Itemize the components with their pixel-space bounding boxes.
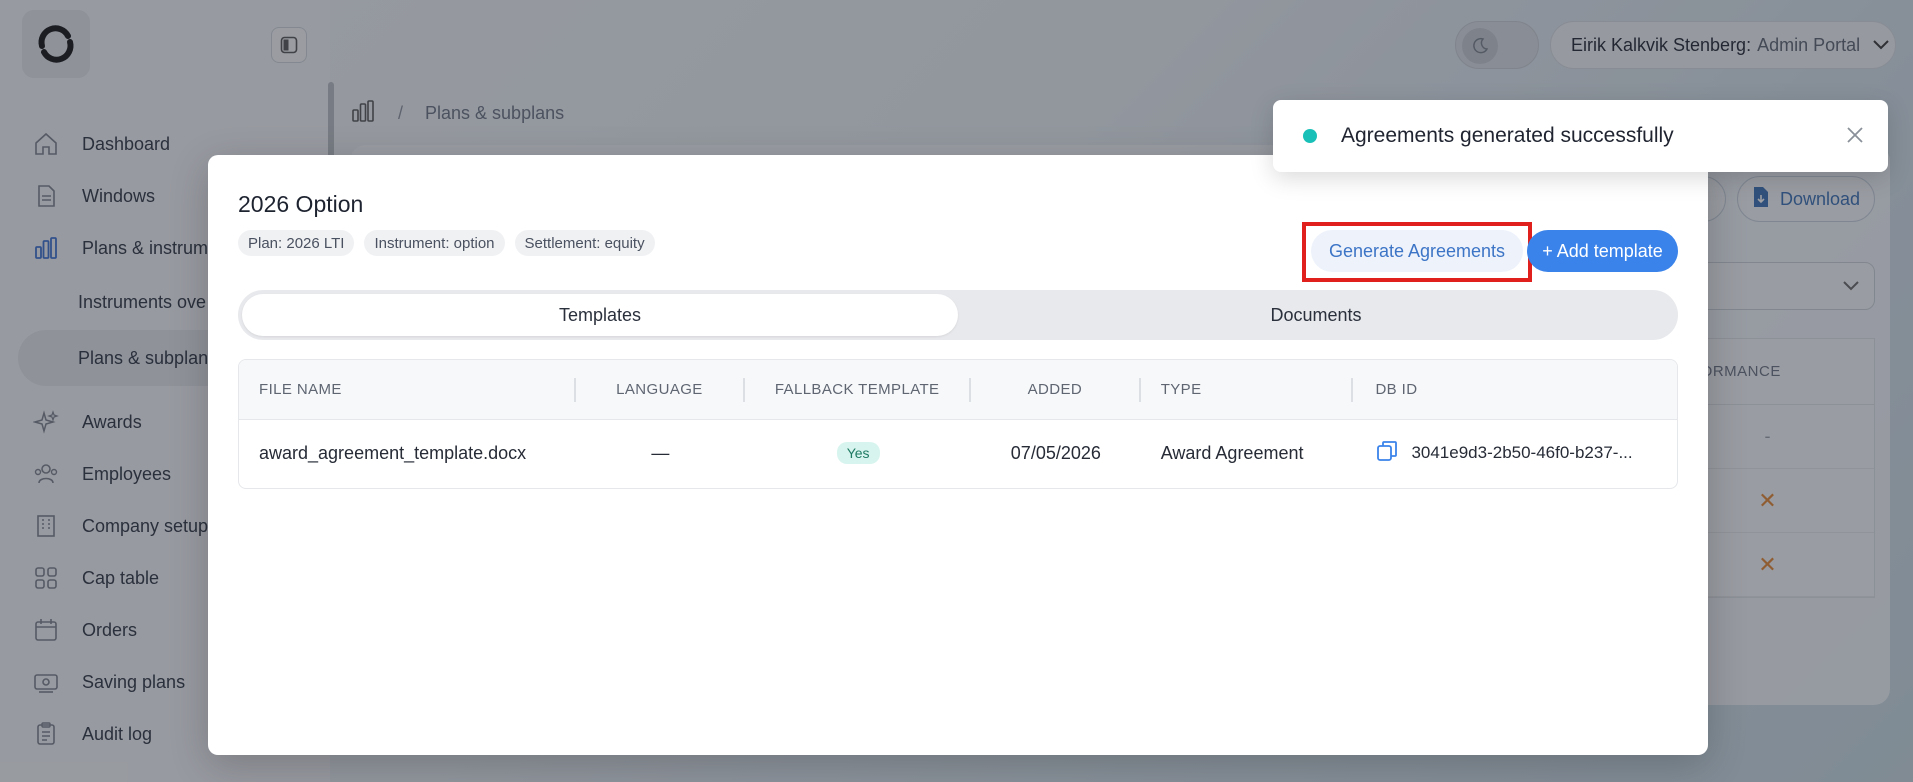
modal-tabs: Templates Documents — [238, 290, 1678, 340]
add-template-button[interactable]: + Add template — [1527, 230, 1678, 272]
plan-modal: 2026 Option Plan: 2026 LTI Instrument: o… — [208, 155, 1708, 755]
type-cell: Award Agreement — [1160, 442, 1304, 463]
fallback-cell: Yes — [745, 442, 971, 464]
column-header-file-name[interactable]: FILE NAME — [239, 377, 576, 402]
db-id-value: 3041e9d3-2b50-46f0-b237-... — [1411, 443, 1633, 462]
instrument-chip: Instrument: option — [364, 230, 505, 256]
tab-documents[interactable]: Documents — [958, 294, 1674, 336]
generate-agreements-button[interactable]: Generate Agreements — [1311, 230, 1523, 272]
copy-icon[interactable] — [1375, 439, 1399, 468]
table-row[interactable]: award_agreement_template.docx — Yes 07/0… — [239, 420, 1677, 486]
column-header-db-id[interactable]: DB ID — [1353, 378, 1677, 402]
toast-message: Agreements generated successfully — [1341, 124, 1674, 147]
language-cell: — — [651, 442, 670, 463]
success-toast: Agreements generated successfully — [1273, 100, 1888, 172]
table-header: FILE NAME LANGUAGE FALLBACK TEMPLATE ADD… — [239, 360, 1677, 420]
file-name-cell: award_agreement_template.docx — [259, 442, 527, 463]
added-cell: 07/05/2026 — [1010, 442, 1101, 463]
templates-table: FILE NAME LANGUAGE FALLBACK TEMPLATE ADD… — [238, 359, 1678, 489]
db-id-cell: 3041e9d3-2b50-46f0-b237-... — [1353, 439, 1677, 468]
tab-templates[interactable]: Templates — [242, 294, 958, 336]
fallback-badge: Yes — [836, 442, 880, 464]
close-icon[interactable] — [1844, 124, 1866, 146]
column-header-added[interactable]: ADDED — [971, 377, 1141, 402]
modal-title: 2026 Option — [238, 191, 364, 217]
modal-chips: Plan: 2026 LTI Instrument: option Settle… — [238, 230, 655, 256]
column-header-language[interactable]: LANGUAGE — [576, 377, 746, 402]
column-header-fallback-template[interactable]: FALLBACK TEMPLATE — [745, 377, 971, 402]
settlement-chip: Settlement: equity — [514, 230, 655, 256]
plan-chip: Plan: 2026 LTI — [238, 230, 355, 256]
column-header-type[interactable]: TYPE — [1141, 377, 1354, 402]
success-dot-icon — [1303, 129, 1317, 143]
